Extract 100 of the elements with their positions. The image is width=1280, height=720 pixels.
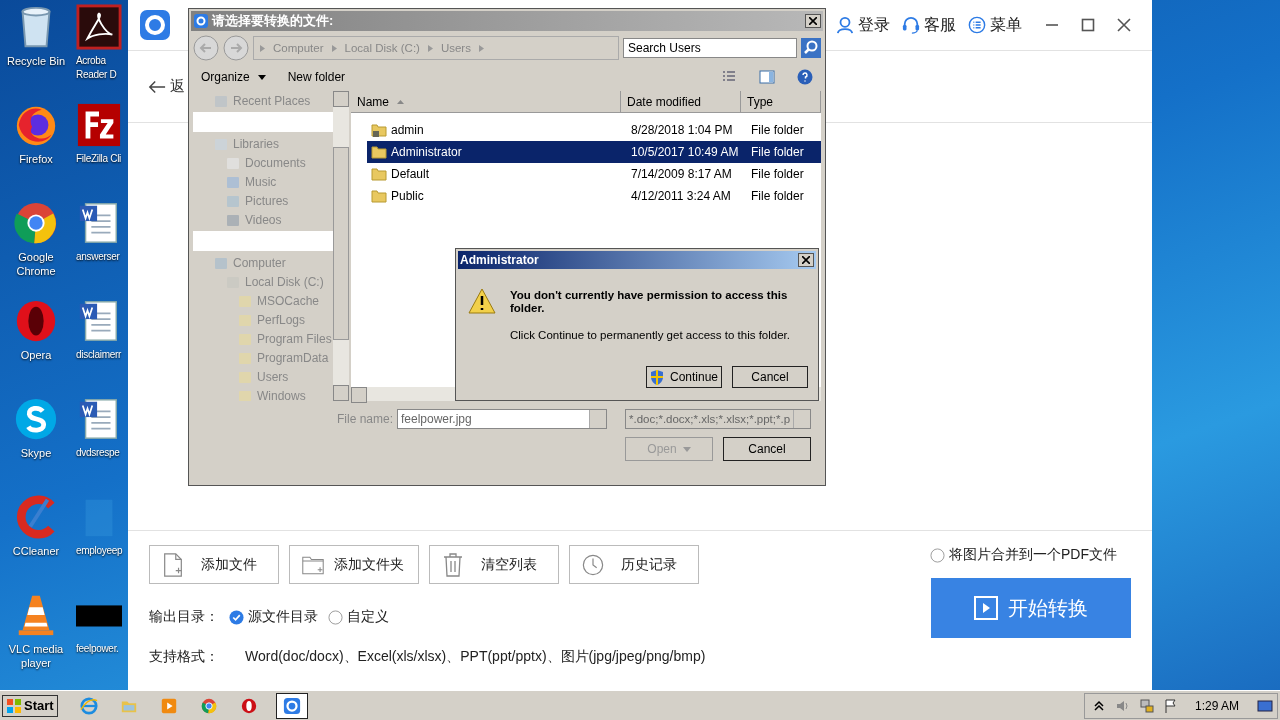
maximize-icon[interactable] — [1080, 17, 1096, 33]
desktop-icon-label[interactable]: Opera — [20, 348, 52, 362]
file-name-label: File name: — [336, 412, 393, 426]
converter-app-icon[interactable] — [282, 696, 301, 715]
file-name: Administrator — [391, 145, 462, 159]
back-icon[interactable] — [193, 35, 219, 61]
desktop-icon-label[interactable]: Acroba Reader D — [76, 54, 126, 82]
add-file-icon — [162, 552, 184, 577]
desktop-icon-label[interactable]: answerser — [76, 250, 120, 264]
option-label[interactable]: 将图片合并到一个PDF文件 — [949, 546, 1117, 564]
date-cell-text: 7/14/2009 8:17 AM — [630, 167, 733, 181]
menu-icon — [968, 16, 986, 34]
network-icon[interactable] — [1138, 697, 1155, 714]
trash-icon — [442, 552, 464, 577]
desktop-icon-label[interactable]: Google Chrome — [3, 250, 69, 278]
help-icon[interactable] — [797, 69, 813, 85]
preview-pane-icon[interactable] — [759, 69, 775, 85]
new-folder-button[interactable]: New folder — [287, 70, 346, 84]
close-button[interactable] — [798, 253, 814, 267]
close-icon[interactable] — [1116, 17, 1132, 33]
desktop-icon-label[interactable]: CCleaner — [12, 544, 60, 558]
date-cell-text: 10/5/2017 10:49 AM — [630, 145, 740, 159]
toolbar-button[interactable]: 清空列表 — [429, 545, 559, 584]
organize-menu[interactable]: Organize — [201, 70, 266, 84]
file-type-dropdown[interactable]: *.doc;*.docx;*.xls;*.xlsx;*.ppt;*.p — [625, 409, 811, 429]
show-desktop-icon[interactable] — [1257, 697, 1273, 714]
scrollbar[interactable] — [333, 91, 349, 401]
start-button[interactable]: Start — [2, 694, 58, 717]
header-action[interactable]: 菜单 — [968, 14, 1022, 36]
desktop-icon-label[interactable]: disclaimerr — [76, 348, 122, 362]
column-header[interactable]: Date modified — [621, 91, 741, 113]
warning-icon — [468, 287, 496, 315]
flag-icon[interactable] — [1162, 697, 1179, 714]
dialog-title: Administrator — [460, 253, 539, 267]
headset-icon — [902, 16, 920, 34]
option-label[interactable]: 源文件目录 — [248, 608, 318, 626]
file-row[interactable]: Administrator 10/5/2017 10:49 AM File folder — [367, 141, 821, 163]
shortcut-icon — [76, 102, 122, 148]
desktop-icon-label[interactable]: Skype — [20, 446, 52, 460]
scroll-button[interactable] — [333, 385, 349, 401]
user-icon — [836, 16, 854, 34]
file-name: Default — [391, 167, 430, 181]
type-cell-text: File folder — [750, 123, 805, 137]
play-icon — [974, 596, 998, 620]
file-row[interactable]: admin 8/28/2018 1:04 PM File folder — [367, 119, 821, 141]
header-action[interactable]: 客服 — [902, 14, 956, 36]
folder-icon — [371, 144, 387, 160]
locked-folder-icon — [371, 122, 387, 138]
file-name: Public — [391, 189, 424, 203]
toolbar-button[interactable]: 添加文件夹 — [289, 545, 419, 584]
file-row[interactable]: Public 4/12/2011 3:24 AM File folder — [367, 185, 821, 207]
toolbar-button[interactable]: 历史记录 — [569, 545, 699, 584]
type-cell-text: File folder — [750, 145, 805, 159]
dialog-title: 请选择要转换的文件: — [212, 12, 334, 30]
desktop-icon-label[interactable]: Recycle Bin — [6, 54, 66, 68]
taskbar-button[interactable] — [275, 692, 308, 719]
dialog-button[interactable]: Cancel — [723, 437, 811, 461]
scroll-button[interactable] — [351, 387, 367, 403]
chevron-icon — [331, 44, 337, 52]
forward-icon[interactable] — [223, 35, 249, 61]
file-row[interactable]: Default 7/14/2009 8:17 AM File folder — [367, 163, 821, 185]
windows-logo-icon — [6, 697, 22, 714]
start-button[interactable]: 开始转换 — [931, 578, 1131, 638]
header-action[interactable]: 登录 — [836, 14, 890, 36]
back-link[interactable]: 返 — [170, 77, 185, 96]
clock[interactable]: 1:29 AM — [1194, 698, 1239, 713]
folder-icon — [371, 166, 387, 182]
desktop-icon-label[interactable]: FileZilla Cli — [76, 152, 121, 166]
toolbar-button[interactable]: 添加文件 — [149, 545, 279, 584]
desktop-icon-label[interactable]: Firefox — [19, 152, 53, 166]
output-label: 输出目录： — [149, 608, 219, 626]
sort-arrow-icon — [397, 99, 404, 104]
radio-button[interactable] — [229, 609, 244, 625]
column-header[interactable]: Type — [741, 91, 821, 113]
dialog-button[interactable]: Cancel — [732, 366, 808, 388]
close-icon — [809, 17, 817, 25]
search-icon[interactable] — [801, 38, 821, 58]
radio-button[interactable] — [930, 547, 945, 563]
option-label[interactable]: 自定义 — [347, 608, 389, 626]
radio-button[interactable] — [328, 609, 343, 625]
file-name-field[interactable]: feelpower.jpg — [397, 409, 607, 429]
scroll-button[interactable] — [333, 91, 349, 107]
back-arrow-icon[interactable] — [148, 78, 166, 95]
column-header[interactable]: Name — [351, 91, 621, 113]
desktop-icon-label[interactable]: feelpower. — [76, 642, 119, 656]
folder-icon — [371, 188, 387, 204]
scrollbar-thumb[interactable] — [333, 147, 349, 340]
dialog-button[interactable]: Continue — [646, 366, 722, 388]
close-button[interactable] — [805, 14, 821, 28]
type-cell-text: File folder — [750, 189, 805, 203]
desktop-icon-label[interactable]: dvdsrespe — [76, 446, 120, 460]
date-cell-text: 8/28/2018 1:04 PM — [630, 123, 734, 137]
desktop-icon-label[interactable]: VLC media player — [3, 642, 69, 670]
chevron-icon — [260, 44, 265, 52]
dialog-message: You don't currently have permission to access this folder. — [510, 289, 789, 315]
caret-icon — [257, 74, 266, 80]
date-cell-text: 4/12/2011 3:24 AM — [630, 189, 732, 203]
chevron-icon — [478, 44, 484, 52]
search-field[interactable]: Search Users — [623, 38, 797, 58]
desktop-icon-label[interactable]: employeep — [76, 544, 123, 558]
